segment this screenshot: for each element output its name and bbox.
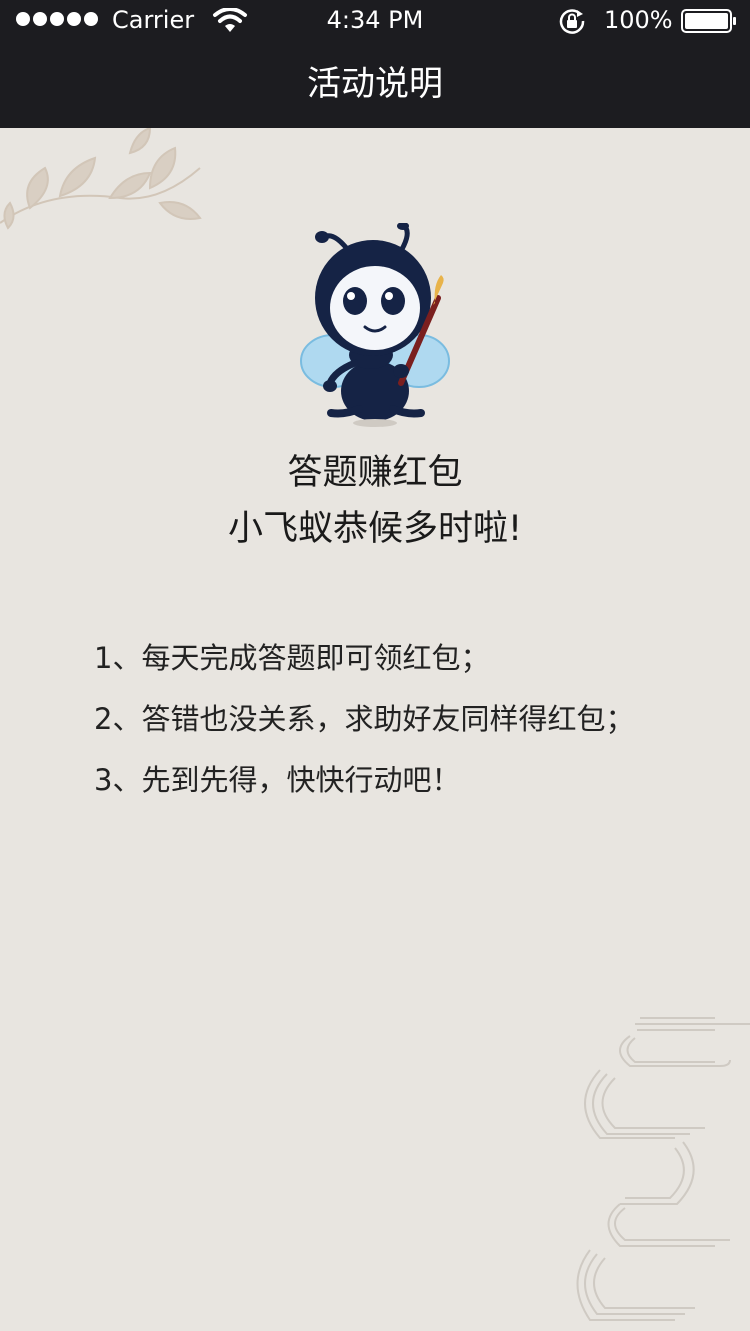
battery-percent: 100%	[604, 6, 673, 34]
rule-item: 1、每天完成答题即可领红包；	[94, 641, 490, 675]
hero-subtitle: 小飞蚁恭候多时啦!	[227, 509, 523, 549]
decorative-branch	[0, 128, 202, 230]
battery-icon	[681, 9, 736, 33]
rules-list: 1、每天完成答题即可领红包； 2、答错也没关系，求助好友同样得红包； 3、先到先…	[94, 638, 734, 821]
rule-item: 3、先到先得，快快行动吧！	[94, 763, 461, 797]
page-title: 活动说明	[307, 64, 443, 104]
rotation-lock-icon	[559, 9, 585, 34]
hero-title: 答题赚红包	[287, 453, 463, 493]
status-bar: Carrier 4:34 PM 100%	[0, 0, 750, 40]
navigation-bar: 活动说明	[0, 40, 750, 128]
activity-description-content: 答题赚红包 小飞蚁恭候多时啦! 1、每天完成答题即可领红包； 2、答错也没关系，…	[0, 128, 750, 1331]
decorative-clouds	[576, 1017, 750, 1321]
rule-item: 2、答错也没关系，求助好友同样得红包；	[94, 702, 635, 736]
ant-mascot-illustration	[300, 223, 450, 427]
